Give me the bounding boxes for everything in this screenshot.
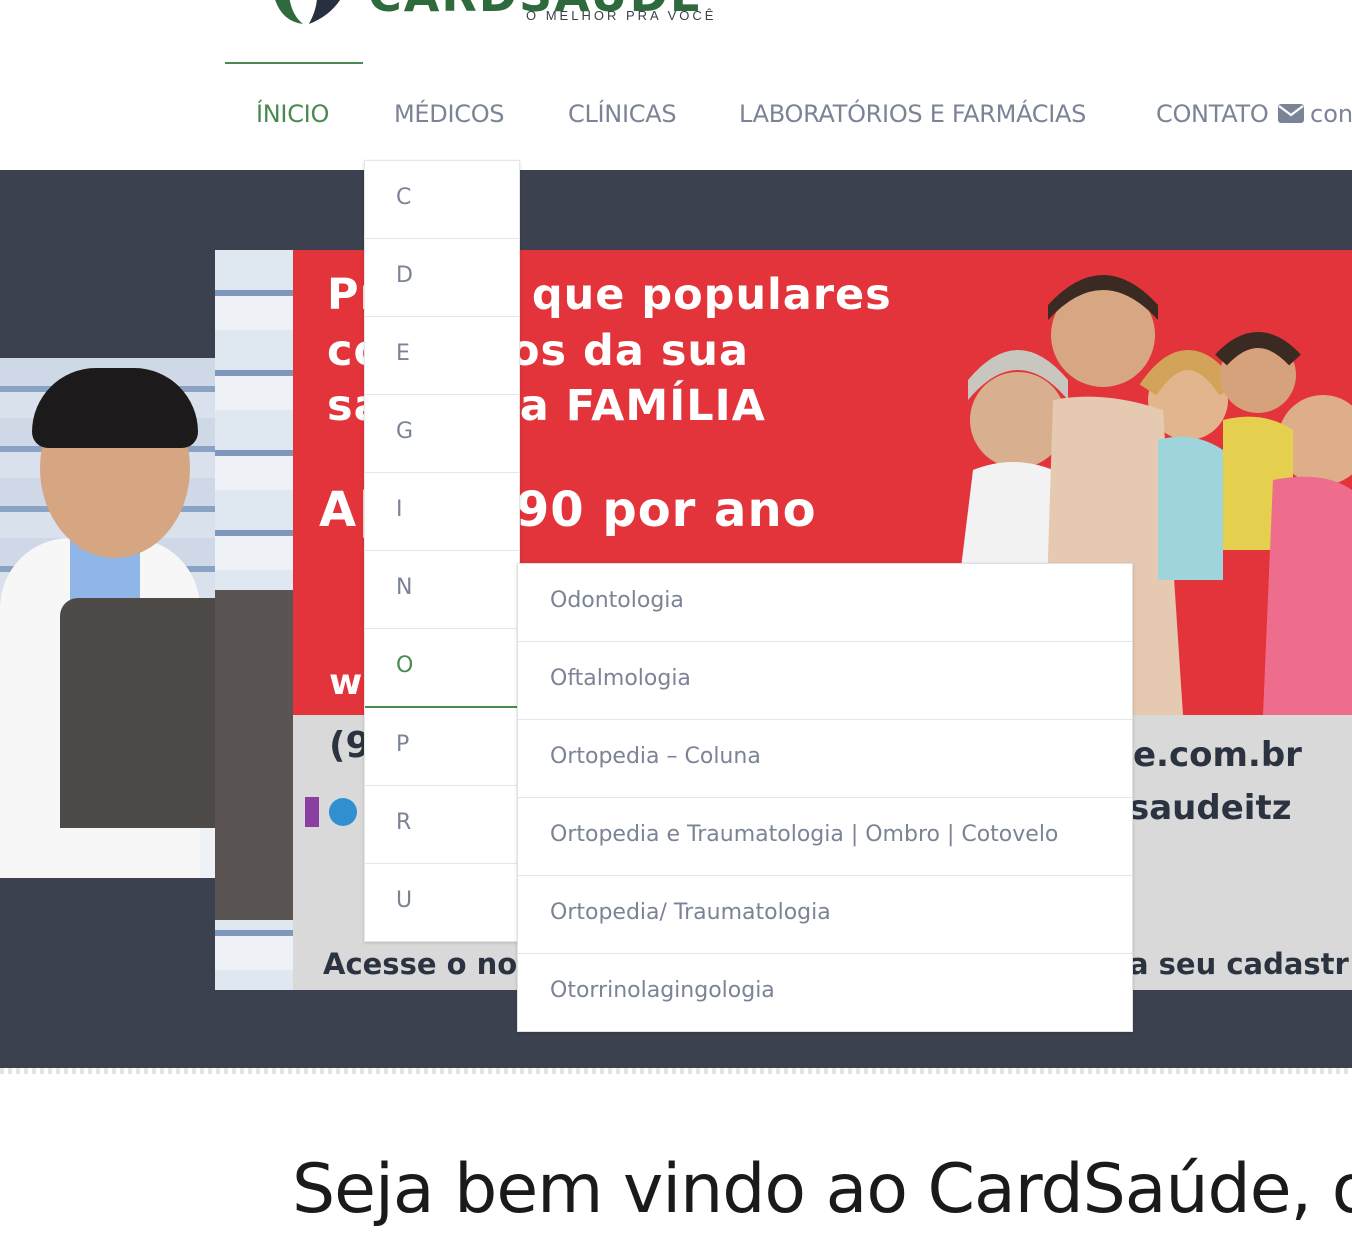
letter-label: G xyxy=(396,419,414,444)
banner-website-partial: w xyxy=(329,662,364,703)
submenu-label: Odontologia xyxy=(550,588,684,613)
letter-item-r[interactable]: R xyxy=(365,786,519,864)
laptop-image xyxy=(215,590,295,920)
submenu-item-odontologia[interactable]: Odontologia xyxy=(518,564,1132,642)
letter-item-d[interactable]: D xyxy=(365,239,519,317)
letter-item-n[interactable]: N xyxy=(365,551,519,629)
submenu-item-ortopedia-traumatologia-ombro-cotovelo[interactable]: Ortopedia e Traumatologia | Ombro | Coto… xyxy=(518,798,1132,876)
submenu-label: Ortopedia/ Traumatologia xyxy=(550,900,831,925)
submenu-label: Oftalmologia xyxy=(550,666,691,691)
letter-label: P xyxy=(396,732,410,757)
submenu-item-ortopedia-coluna[interactable]: Ortopedia – Coluna xyxy=(518,720,1132,798)
letter-label: C xyxy=(396,185,412,210)
specialty-submenu: Odontologia Oftalmologia Ortopedia – Col… xyxy=(517,563,1133,1032)
letter-item-p[interactable]: P xyxy=(365,708,519,786)
nav-inicio[interactable]: ÍNICIO xyxy=(256,100,329,128)
letter-label: D xyxy=(396,263,413,288)
letter-item-c[interactable]: C xyxy=(365,161,519,239)
envelope-icon[interactable] xyxy=(1278,102,1304,124)
letter-item-u[interactable]: U xyxy=(365,864,519,941)
nav-active-indicator xyxy=(225,62,363,64)
letter-label: E xyxy=(396,341,410,366)
nav-medicos[interactable]: MÉDICOS xyxy=(394,100,505,128)
banner-cta-left: Acesse o no xyxy=(323,947,518,981)
letter-item-e[interactable]: E xyxy=(365,317,519,395)
letter-label: I xyxy=(396,497,403,522)
logo-icon[interactable] xyxy=(265,0,351,24)
slider-divider xyxy=(0,1068,1352,1074)
submenu-label: Ortopedia e Traumatologia | Ombro | Coto… xyxy=(550,822,1059,847)
submenu-item-otorrinolaringologia[interactable]: Otorrinolagingologia xyxy=(518,954,1132,1031)
submenu-label: Ortopedia – Coluna xyxy=(550,744,761,769)
submenu-item-ortopedia-traumatologia[interactable]: Ortopedia/ Traumatologia xyxy=(518,876,1132,954)
letter-label: N xyxy=(396,575,413,600)
welcome-heading: Seja bem vindo ao CardSaúde, o xyxy=(292,1150,1352,1229)
banner-social: saudeitz xyxy=(1129,788,1292,828)
nav-clinicas[interactable]: CLÍNICAS xyxy=(568,100,677,128)
nav-laboratorios-farmacias[interactable]: LABORATÓRIOS E FARMÁCIAS xyxy=(739,100,1086,128)
letter-item-i[interactable]: I xyxy=(365,473,519,551)
banner-cta-right: a seu cadastr xyxy=(1129,947,1349,981)
pharmacy-photo xyxy=(215,250,295,990)
logo-tagline: O MELHOR PRA VOCÊ xyxy=(526,8,717,23)
letter-item-g[interactable]: G xyxy=(365,395,519,473)
letter-item-o[interactable]: O xyxy=(365,629,519,708)
laptop-image xyxy=(60,598,215,828)
submenu-item-oftalmologia[interactable]: Oftalmologia xyxy=(518,642,1132,720)
nav-contact-extra[interactable]: con xyxy=(1310,100,1352,128)
letter-label: R xyxy=(396,810,412,835)
doctor-photo xyxy=(0,358,215,878)
whatsapp-vivo-icon xyxy=(305,797,357,827)
medicos-letter-dropdown: C D E G I N O P R U xyxy=(364,160,520,942)
banner-site: e.com.br xyxy=(1133,735,1302,775)
letter-label: O xyxy=(396,653,414,678)
submenu-label: Otorrinolagingologia xyxy=(550,978,775,1003)
nav-contato[interactable]: CONTATO xyxy=(1156,100,1269,128)
site-header: CARDSAÚDE O MELHOR PRA VOCÊ ÍNICIO MÉDIC… xyxy=(0,0,1352,170)
letter-label: U xyxy=(396,888,413,913)
